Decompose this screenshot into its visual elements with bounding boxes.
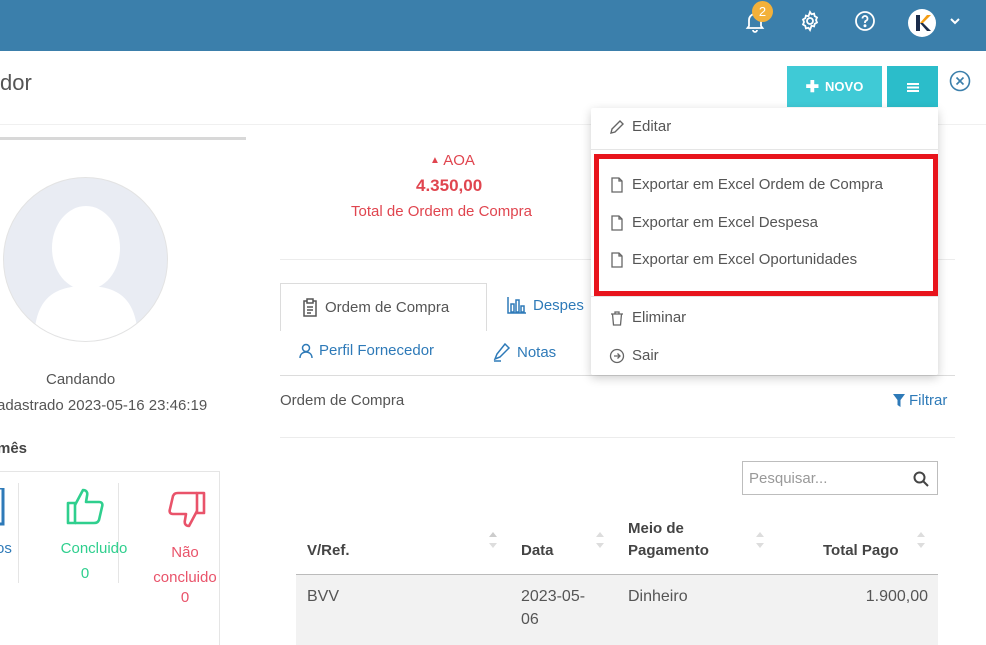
- tab-supplier-profile[interactable]: Perfil Fornecedor: [299, 342, 434, 359]
- stat-divider: [18, 483, 19, 583]
- person-icon: [299, 343, 313, 358]
- menu-divider: [591, 296, 938, 297]
- summary-currency: ▲ AOA: [430, 152, 475, 169]
- gear-icon[interactable]: [798, 9, 822, 33]
- menu-item-delete[interactable]: Eliminar: [609, 309, 686, 326]
- menu-item-exit[interactable]: Sair: [609, 347, 659, 364]
- menu-item-label: Sair: [632, 347, 659, 364]
- thumbs-down-icon: [168, 491, 206, 528]
- completed-label: Concluido: [60, 540, 128, 557]
- content-divider: [280, 437, 955, 438]
- pencil-icon: [610, 119, 624, 134]
- search-icon[interactable]: [913, 471, 929, 487]
- tabs-divider: [280, 375, 955, 376]
- menu-icon: [906, 82, 919, 92]
- brand-logo-icon: [916, 15, 931, 31]
- column-header-payment-method[interactable]: Meio de Pagamento: [628, 518, 738, 562]
- help-icon[interactable]: [853, 9, 877, 33]
- filter-icon: [893, 394, 905, 407]
- search-box: [742, 461, 938, 495]
- thumbs-up-icon: [66, 488, 104, 525]
- chart-icon: [507, 297, 526, 314]
- document-icon: [303, 297, 317, 317]
- tab-label: Perfil Fornecedor: [319, 342, 435, 359]
- summary-label: Total de Ordem de Compra: [351, 203, 532, 220]
- not-completed-label: Não concluido: [153, 544, 217, 586]
- stat-divider: [118, 483, 119, 583]
- page-title: dor: [0, 70, 32, 95]
- user-avatar[interactable]: [908, 9, 936, 37]
- not-completed-count: 0: [180, 589, 190, 606]
- filter-button[interactable]: Filtrar: [893, 392, 947, 409]
- pen-icon: [493, 342, 511, 362]
- tab-notes[interactable]: Notas: [493, 342, 556, 362]
- cell-total-paid: 1.900,00: [865, 588, 928, 605]
- highlight-box: [594, 154, 938, 296]
- tab-label: Despes: [533, 296, 584, 314]
- filter-label: Filtrar: [909, 392, 948, 409]
- sort-icon[interactable]: [488, 530, 498, 550]
- trash-icon: [611, 310, 623, 326]
- sort-icon[interactable]: [595, 530, 605, 550]
- plus-icon: ✚: [805, 78, 820, 96]
- stat-icon-partial: [0, 488, 5, 526]
- cell-ref: BVV: [307, 588, 340, 605]
- completed-count: 0: [80, 565, 90, 582]
- exit-icon: [609, 348, 625, 363]
- supplier-name: Candando: [46, 371, 116, 388]
- notification-badge: 2: [752, 1, 773, 22]
- new-button-label: NOVO: [825, 79, 864, 94]
- cell-payment-method: Dinheiro: [628, 588, 688, 605]
- column-header-ref[interactable]: V/Ref.: [307, 540, 350, 562]
- tab-label: Ordem de Compra: [325, 299, 450, 316]
- new-button[interactable]: ✚ NOVO: [787, 66, 882, 107]
- menu-item-label: Eliminar: [632, 309, 687, 326]
- sort-icon[interactable]: [755, 530, 765, 550]
- section-title: Ordem de Compra: [280, 392, 405, 409]
- menu-divider: [591, 149, 938, 150]
- column-header-date[interactable]: Data: [521, 540, 554, 562]
- chevron-down-icon[interactable]: [948, 14, 962, 28]
- tab-purchase-order[interactable]: Ordem de Compra: [280, 283, 487, 331]
- tab-expenses[interactable]: Despes: [507, 296, 584, 314]
- cell-date: 2023-05-06: [521, 588, 586, 628]
- profile-photo: [3, 177, 168, 342]
- sort-icon[interactable]: [916, 530, 926, 550]
- registered-date: adastrado 2023-05-16 23:46:19: [0, 397, 208, 414]
- menu-item-edit[interactable]: Editar: [609, 118, 671, 135]
- menu-item-label: Editar: [632, 118, 672, 135]
- month-label: mês: [0, 440, 28, 457]
- summary-currency-label: AOA: [443, 152, 475, 169]
- person-silhouette-icon: [34, 206, 138, 341]
- top-navbar: 2: [0, 0, 986, 51]
- search-input[interactable]: [743, 462, 903, 494]
- close-icon[interactable]: [949, 70, 971, 92]
- menu-button[interactable]: [887, 66, 938, 107]
- column-header-total-paid[interactable]: Total Pago: [823, 540, 899, 562]
- tab-label: Notas: [517, 343, 557, 361]
- summary-amount: 4.350,00: [416, 176, 483, 195]
- caret-up-icon: ▲: [430, 155, 440, 166]
- stat-label-partial: os: [0, 540, 12, 557]
